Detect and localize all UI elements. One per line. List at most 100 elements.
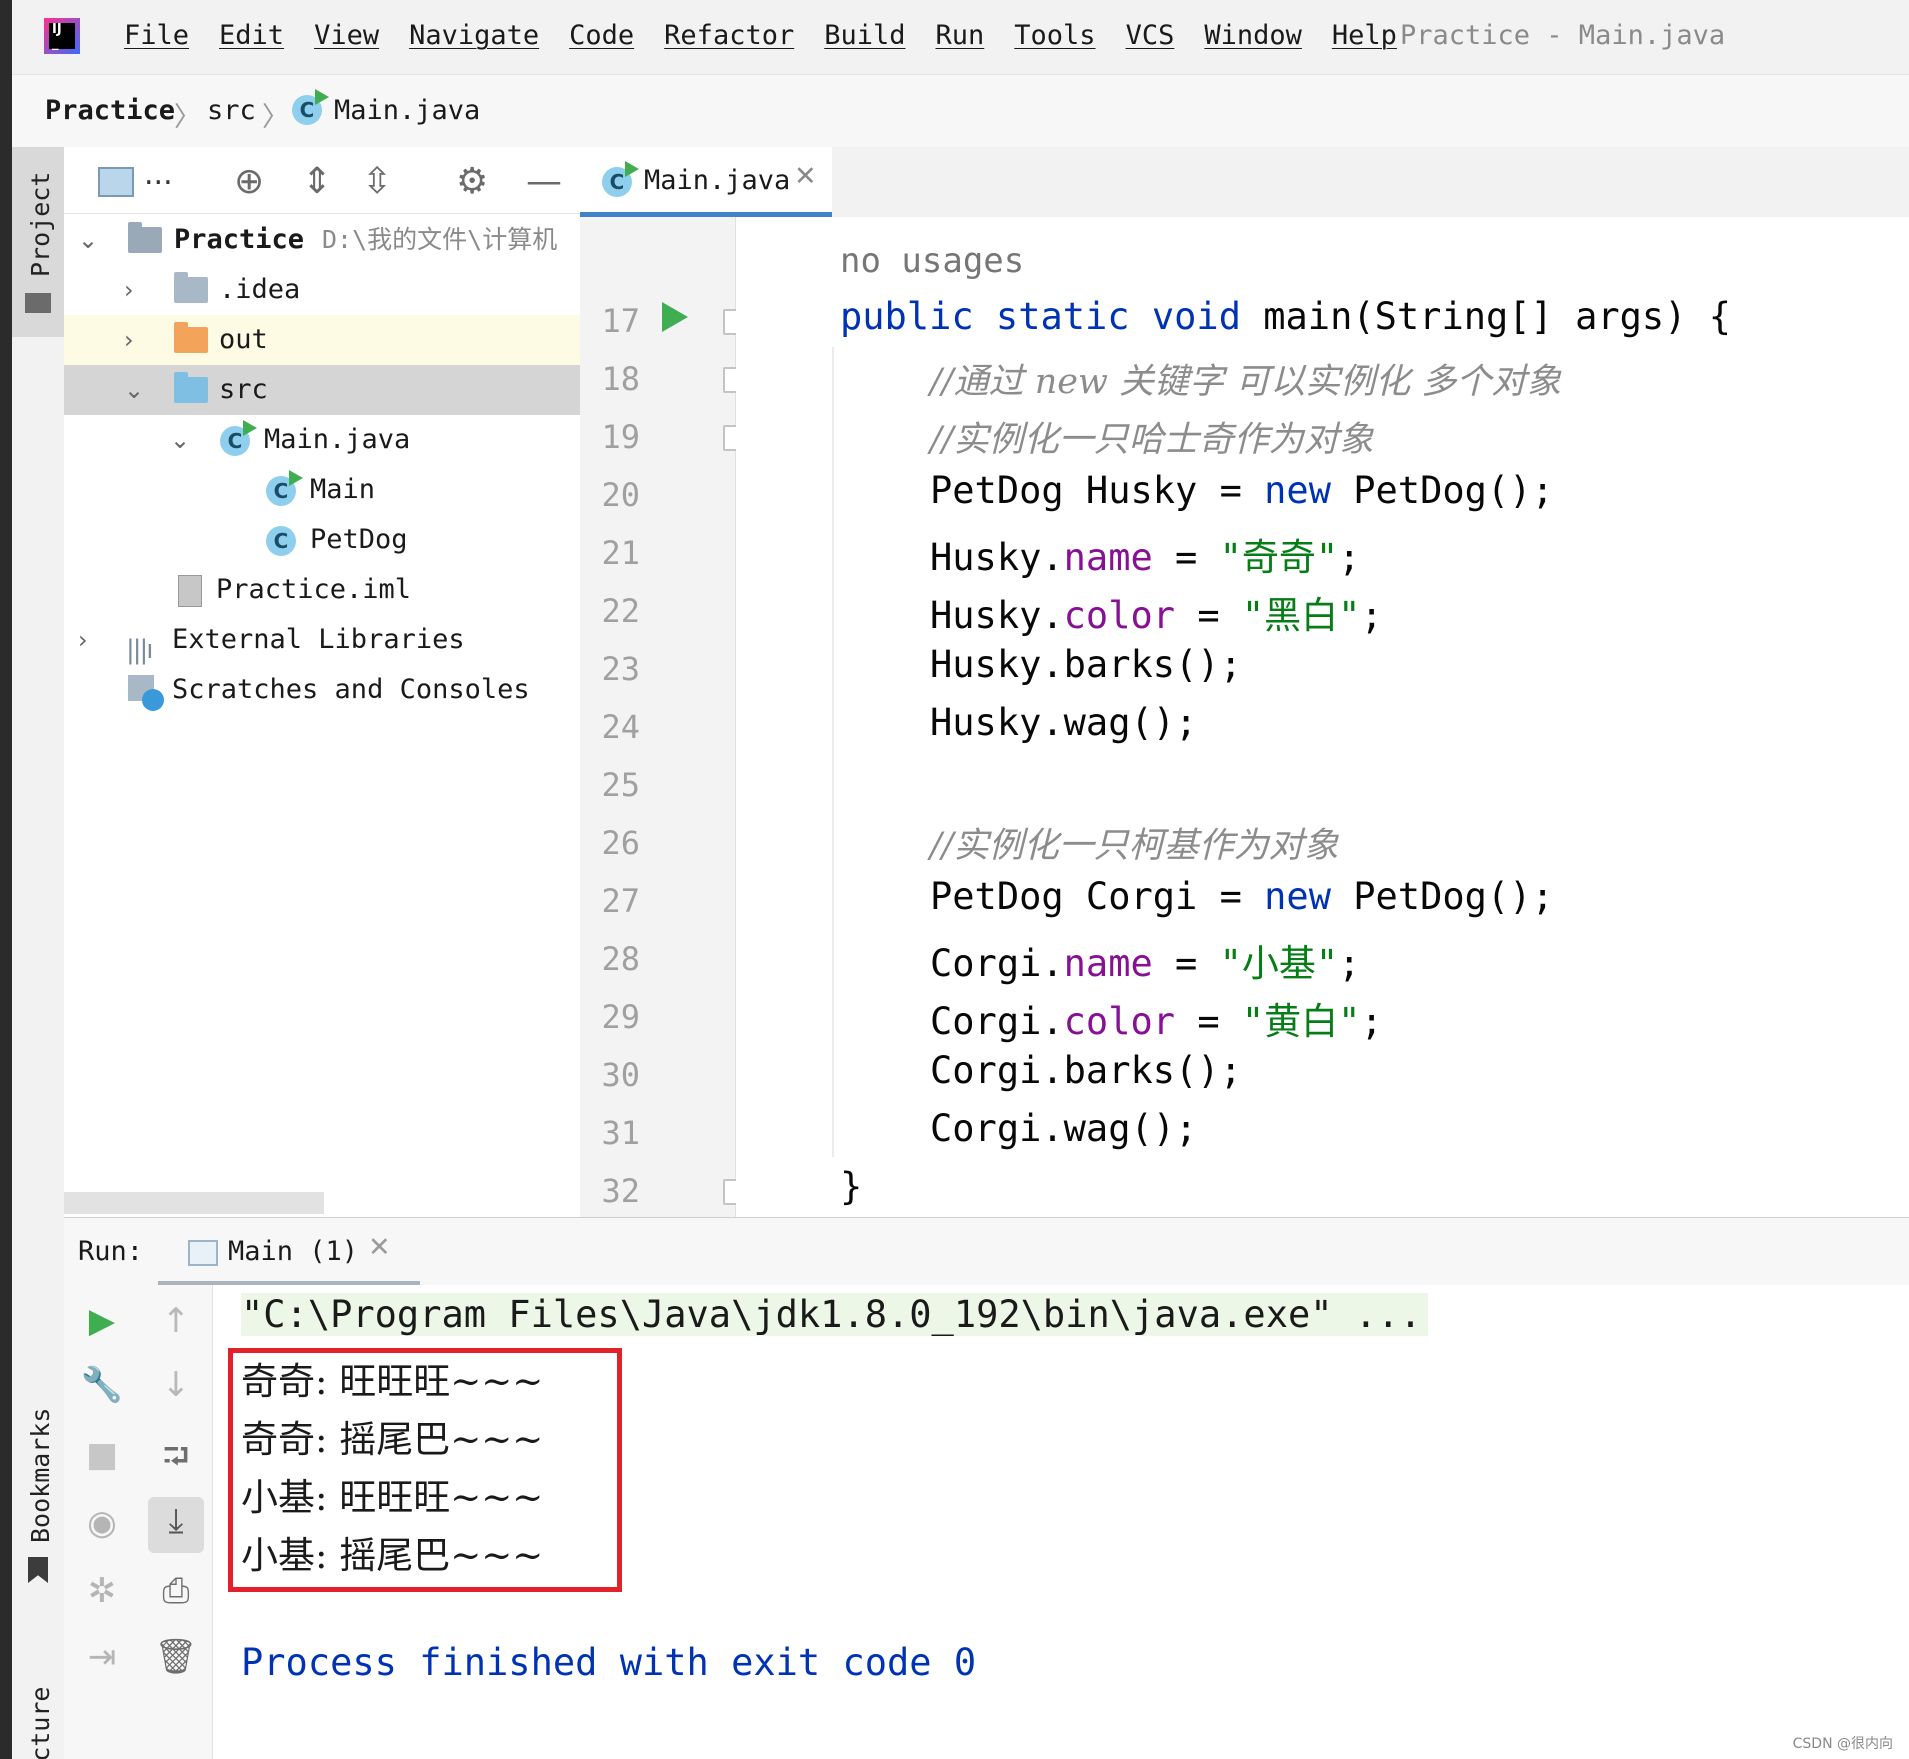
menu-help[interactable]: Help xyxy=(1332,20,1397,51)
tree-label: External Libraries xyxy=(172,624,465,655)
output-highlight-box xyxy=(228,1348,622,1592)
tab-bookmarks[interactable]: Bookmarks xyxy=(12,1407,64,1607)
line-number: 26 xyxy=(601,824,640,862)
menu-edit[interactable]: Edit xyxy=(219,20,284,51)
editor-gutter: 17 18 19 20 21 22 23 24 25 26 27 28 29 3… xyxy=(580,217,745,1217)
code-line-18: //通过 new 关键字 可以实例化 多个对象 xyxy=(930,362,1562,402)
chevron-down-icon[interactable]: ⌄ xyxy=(124,365,144,415)
code-line-28: Corgi.name = "小基"; xyxy=(930,933,1360,987)
chevron-right-icon[interactable]: › xyxy=(124,315,134,365)
minimize-icon[interactable]: — xyxy=(526,161,562,202)
chevron-right-icon[interactable]: › xyxy=(124,265,134,315)
menu-window[interactable]: Window xyxy=(1204,20,1302,51)
code-text: Corgi. xyxy=(930,942,1064,985)
trash-icon[interactable]: 🗑 xyxy=(138,1637,214,1677)
line-number: 24 xyxy=(601,708,640,746)
run-tab-label: Main (1) xyxy=(228,1236,359,1267)
menu-navigate[interactable]: Navigate xyxy=(409,20,539,51)
gear-icon[interactable]: ⚙ xyxy=(456,161,488,202)
tree-label: Main.java xyxy=(264,424,411,455)
tree-item-external-libraries[interactable]: › |||ı External Libraries xyxy=(64,615,580,665)
tab-project-label: Project xyxy=(26,171,55,277)
tree-label: .idea xyxy=(219,274,301,305)
wrench-icon[interactable]: 🔧 xyxy=(64,1365,140,1405)
close-icon[interactable]: ✕ xyxy=(368,1232,391,1263)
menu-code[interactable]: Code xyxy=(569,20,634,51)
line-number: 22 xyxy=(601,592,640,630)
tree-label: Practice xyxy=(174,224,305,255)
arrow-down-icon[interactable]: ↓ xyxy=(138,1365,214,1405)
line-number: 32 xyxy=(601,1172,640,1210)
line-number: 17 xyxy=(601,302,640,340)
stop-icon[interactable]: ■ xyxy=(64,1435,140,1475)
code-text: ; xyxy=(1360,1000,1383,1043)
line-number: 31 xyxy=(601,1114,640,1152)
left-tool-strip: Project Bookmarks Structure xyxy=(12,147,65,1759)
code-text: Husky. xyxy=(930,536,1064,579)
menu-tools[interactable]: Tools xyxy=(1014,20,1095,51)
tree-item-src[interactable]: ⌄ src xyxy=(64,365,580,415)
close-icon[interactable]: ✕ xyxy=(794,161,817,192)
tree-item-practice[interactable]: ⌄ Practice D:\我的文件\计算机 xyxy=(64,215,580,265)
intellij-logo: IJ _ xyxy=(44,18,80,54)
code-text: PetDog(); xyxy=(1330,875,1554,918)
code-text: PetDog(); xyxy=(1330,469,1554,512)
collapse-all-icon[interactable]: ⇳ xyxy=(362,161,392,202)
locate-file-icon[interactable]: ⊕ xyxy=(234,161,264,202)
string-literal: "黑白" xyxy=(1241,594,1361,637)
camera-icon[interactable]: ◉ xyxy=(64,1503,140,1543)
field: color xyxy=(1063,1000,1176,1043)
java-class-icon: C xyxy=(602,160,639,197)
code-line-26: //实例化一只柯基作为对象 xyxy=(930,826,1339,866)
menu-build[interactable]: Build xyxy=(824,20,905,51)
debug-icon[interactable]: ✲ xyxy=(64,1571,140,1611)
menu-run[interactable]: Run xyxy=(936,20,985,51)
string-literal: "小基" xyxy=(1219,942,1339,985)
chevron-down-icon[interactable]: ⌄ xyxy=(78,215,98,265)
line-number: 25 xyxy=(601,766,640,804)
code-line-22: Husky.color = "黑白"; xyxy=(930,585,1383,639)
soft-wrap-icon[interactable]: ⮒ xyxy=(138,1433,214,1490)
rerun-icon[interactable]: ▶ xyxy=(64,1301,140,1341)
tree-item-out[interactable]: › out xyxy=(64,315,580,365)
usage-hint[interactable]: no usages xyxy=(840,241,1024,281)
chevron-right-icon[interactable]: › xyxy=(78,615,88,665)
tree-item-main-java[interactable]: ⌄ C Main.java xyxy=(64,415,580,465)
menu-view[interactable]: View xyxy=(314,20,379,51)
window-title: Practice - Main.java xyxy=(1400,20,1726,51)
menu-file[interactable]: File xyxy=(124,20,189,51)
breadcrumb-project[interactable]: Practice xyxy=(45,95,175,126)
tree-item-idea[interactable]: › .idea xyxy=(64,265,580,315)
process-finished: Process finished with exit code 0 xyxy=(241,1641,977,1684)
run-tab-main[interactable]: Main (1) ✕ xyxy=(158,1218,420,1286)
menu-vcs[interactable]: VCS xyxy=(1126,20,1175,51)
tree-item-petdog[interactable]: C PetDog xyxy=(64,515,580,565)
chevron-down-icon[interactable]: ⌄ xyxy=(170,415,190,465)
expand-all-icon[interactable]: ⇕ xyxy=(302,161,332,202)
arrow-up-icon[interactable]: ↑ xyxy=(138,1301,214,1341)
horizontal-scrollbar[interactable] xyxy=(64,1192,324,1214)
tab-main-java[interactable]: C Main.java ✕ xyxy=(580,147,832,217)
tab-project[interactable]: Project xyxy=(12,147,64,337)
code-text: = xyxy=(1152,536,1220,579)
tree-item-practice-iml[interactable]: Practice.iml xyxy=(64,565,580,615)
code-line-19: //实例化一只哈士奇作为对象 xyxy=(930,420,1374,460)
breadcrumb-file[interactable]: Main.java xyxy=(334,95,480,126)
folder-icon xyxy=(25,293,51,313)
project-view-icon[interactable] xyxy=(98,167,134,197)
java-class-icon: C xyxy=(220,415,257,465)
code-text: Husky. xyxy=(930,594,1064,637)
menu-refactor[interactable]: Refactor xyxy=(664,20,794,51)
source-folder-icon xyxy=(174,372,208,403)
run-gutter-icon[interactable] xyxy=(662,302,688,332)
login-icon[interactable]: ⇥ xyxy=(64,1637,140,1677)
project-view-more[interactable]: ... xyxy=(144,157,173,192)
code-text: = xyxy=(1175,1000,1242,1043)
breadcrumb-src[interactable]: src xyxy=(207,95,256,126)
tree-item-scratches[interactable]: Scratches and Consoles xyxy=(64,665,580,715)
line-number: 29 xyxy=(601,998,640,1036)
tree-item-main[interactable]: C Main xyxy=(64,465,580,515)
code-editor[interactable]: no usages public static void main(String… xyxy=(736,217,1909,1217)
tab-structure[interactable]: Structure xyxy=(12,1652,64,1759)
print-icon[interactable]: ⎙ xyxy=(138,1571,214,1611)
